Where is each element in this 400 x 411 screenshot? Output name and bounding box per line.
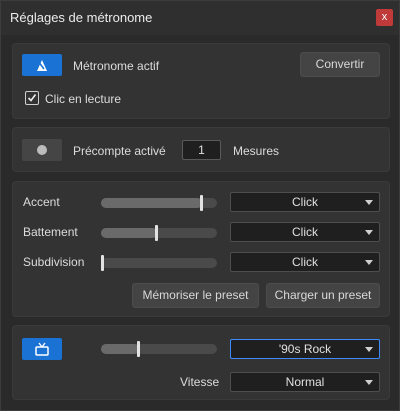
precount-label: Précompte activé: [73, 144, 166, 158]
click-playback-label[interactable]: Clic en lecture: [45, 92, 121, 106]
style-toggle-button[interactable]: [22, 338, 62, 360]
chevron-down-icon: [365, 260, 373, 265]
style-slider[interactable]: [101, 341, 217, 357]
chevron-down-icon: [365, 380, 373, 385]
precount-toggle[interactable]: [22, 139, 62, 161]
precount-panel: Précompte activé 1 Mesures: [12, 127, 390, 172]
load-preset-button[interactable]: Charger un preset: [266, 283, 380, 308]
chevron-down-icon: [365, 347, 373, 352]
save-preset-button[interactable]: Mémoriser le preset: [132, 283, 259, 308]
precount-bars-label: Mesures: [233, 144, 280, 158]
metronome-toggle-button[interactable]: [22, 54, 62, 76]
style-panel: '90s Rock Vitesse Normal: [12, 325, 390, 400]
title-bar: Réglages de métronome x: [1, 1, 399, 35]
click-playback-checkbox[interactable]: [25, 91, 39, 105]
beat-slider[interactable]: [101, 225, 217, 241]
precount-bars-input[interactable]: 1: [182, 140, 221, 160]
speed-label: Vitesse: [180, 375, 220, 389]
metronome-icon: [37, 60, 47, 71]
speed-value: Normal: [285, 375, 325, 389]
beat-sound-select[interactable]: Click: [230, 222, 380, 242]
slider-thumb[interactable]: [101, 255, 104, 271]
accent-sound-select[interactable]: Click: [230, 192, 380, 212]
checkmark-icon: [27, 94, 37, 102]
toggle-dot-icon: [37, 145, 47, 155]
chevron-down-icon: [365, 200, 373, 205]
metronome-panel: Métronome actif Convertir Clic en lectur…: [12, 43, 390, 119]
beat-sound-value: Click: [292, 225, 318, 239]
metronome-active-label: Métronome actif: [73, 59, 160, 73]
subdivision-label: Subdivision: [23, 255, 85, 269]
slider-thumb[interactable]: [137, 341, 140, 357]
close-button[interactable]: x: [376, 9, 393, 26]
chevron-down-icon: [365, 230, 373, 235]
accent-sound-value: Click: [292, 195, 318, 209]
metronome-settings-window: Réglages de métronome x Métronome actif …: [0, 0, 400, 411]
accent-label: Accent: [23, 195, 60, 209]
slider-thumb[interactable]: [155, 225, 158, 241]
style-preset-value: '90s Rock: [278, 342, 332, 356]
window-title: Réglages de métronome: [10, 10, 153, 25]
tv-icon: [35, 342, 49, 356]
beat-label: Battement: [23, 225, 78, 239]
convert-button[interactable]: Convertir: [300, 52, 380, 77]
slider-thumb[interactable]: [200, 195, 203, 211]
subdivision-sound-select[interactable]: Click: [230, 252, 380, 272]
speed-select[interactable]: Normal: [230, 372, 380, 392]
subdivision-sound-value: Click: [292, 255, 318, 269]
style-preset-select[interactable]: '90s Rock: [230, 339, 380, 359]
subdivision-slider[interactable]: [101, 255, 217, 271]
accent-slider[interactable]: [101, 195, 217, 211]
sounds-panel: Accent Click Battement Click Subdivision…: [12, 181, 390, 317]
